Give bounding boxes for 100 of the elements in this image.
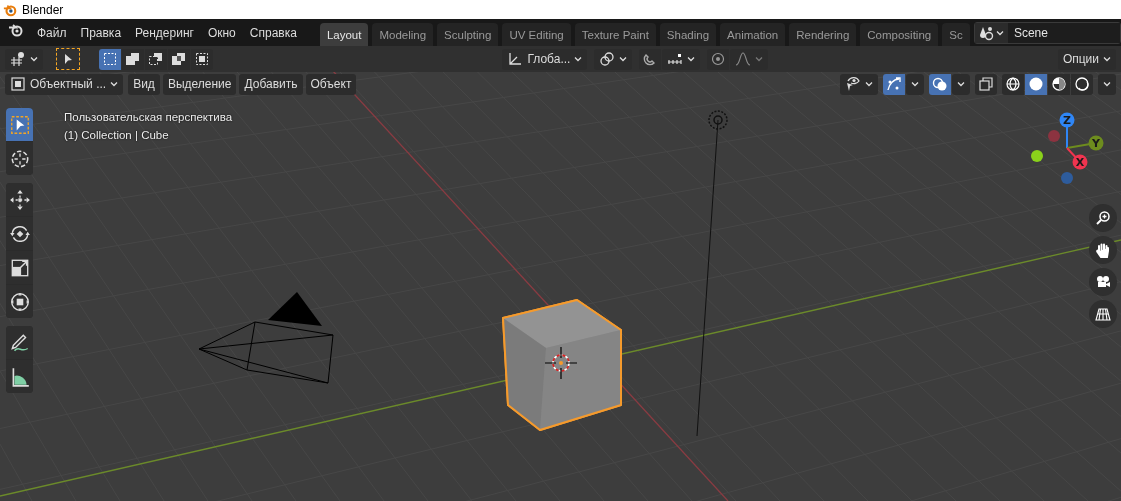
menu-item[interactable]: Рендеринг [128, 22, 201, 43]
circles-icon [932, 76, 948, 92]
workspace-tab[interactable]: Sc [942, 23, 970, 46]
shading-mode-button[interactable] [1048, 73, 1070, 95]
window-title: Blender [22, 2, 64, 17]
caret-icon [1103, 55, 1111, 63]
move-arrows-icon [8, 188, 31, 211]
menu-item[interactable]: Правка [73, 22, 129, 43]
caret-icon [110, 80, 119, 88]
axis-handle[interactable]: Z [1059, 112, 1075, 128]
material-sphere-icon [1051, 76, 1067, 92]
pencil-icon [8, 331, 31, 354]
snap-magnet-button[interactable] [639, 48, 662, 70]
negative-axis-dot[interactable] [1031, 150, 1043, 162]
intersect-squares-icon [194, 51, 210, 67]
menu-item[interactable]: Справка [242, 22, 304, 43]
collection-info-label: (1) Collection | Cube [64, 128, 170, 143]
square-icon [10, 76, 26, 92]
options-dropdown[interactable]: Опции [1057, 48, 1116, 70]
zoom-button[interactable] [1089, 204, 1117, 232]
gizmo-toggle[interactable] [883, 73, 905, 95]
select-box-icon [8, 113, 31, 136]
selection-mode-button[interactable] [99, 48, 121, 70]
workspace-tab[interactable]: UV Editing [502, 23, 571, 46]
grid-sphere-icon [10, 51, 26, 67]
pan-button[interactable] [1089, 236, 1117, 264]
caret-icon [574, 55, 583, 63]
squares-icon [125, 51, 141, 67]
caret-icon [755, 55, 764, 63]
pivot-point-dropdown[interactable] [594, 48, 633, 70]
overlays-dropdown[interactable] [952, 73, 970, 95]
axis-handle[interactable]: X [1072, 154, 1088, 170]
negative-axis-dot[interactable] [1048, 130, 1060, 142]
eye-icon [845, 76, 861, 92]
3d-cursor-icon [544, 346, 578, 380]
select-box-tool-button[interactable] [6, 108, 33, 141]
camera-icon [1095, 274, 1111, 290]
transform-icon [8, 290, 31, 313]
selection-mode-button[interactable] [191, 48, 213, 70]
perspective-grid-button[interactable] [1089, 300, 1117, 328]
axis-handle[interactable]: Y [1088, 135, 1104, 151]
gizmo-dropdown[interactable] [906, 73, 924, 95]
wire-sphere-icon [1005, 76, 1021, 92]
snap-target-dropdown[interactable] [662, 48, 701, 70]
visibility-dropdown[interactable] [840, 73, 878, 95]
workspace-tab[interactable]: Sculpting [437, 23, 499, 46]
dashed-square-icon [102, 51, 118, 67]
caret-icon [30, 55, 38, 63]
rings-icon [599, 51, 616, 67]
caret-icon [687, 55, 696, 63]
transform-orientation-dropdown[interactable]: Глоба... [502, 48, 588, 70]
falloff-dropdown[interactable] [730, 48, 769, 70]
workspace-tab[interactable]: Texture Paint [574, 23, 656, 46]
menu-item[interactable]: Окно [200, 22, 243, 43]
subtract-squares-icon [148, 51, 164, 67]
zoom-icon [1095, 210, 1111, 226]
target-icon [710, 51, 727, 67]
caret-icon [619, 55, 628, 63]
workspace-tab[interactable]: Shading [659, 23, 717, 46]
ruler-icon [667, 51, 684, 67]
workspace-tab[interactable]: Animation [720, 23, 786, 46]
selection-mode-button[interactable] [168, 48, 190, 70]
menu-item[interactable]: Файл [30, 22, 74, 43]
blender-logo-icon[interactable] [8, 21, 24, 38]
select-box-tool-button[interactable] [56, 48, 80, 70]
caret-icon [957, 80, 965, 88]
view-menu-item[interactable]: Вид [128, 73, 160, 95]
view-menu-item[interactable]: Добавить [239, 73, 303, 95]
solid-sphere-icon [1028, 76, 1044, 92]
proportional-editing-button[interactable] [707, 48, 730, 70]
editor-type-dropdown[interactable] [5, 48, 43, 70]
workspace-tab[interactable]: Compositing [860, 23, 939, 46]
squares-icon [978, 76, 994, 92]
selection-mode-button[interactable] [122, 48, 144, 70]
cube-object-drawing[interactable] [502, 299, 622, 431]
view-menu-item[interactable]: Объект [305, 73, 357, 95]
axes-icon [507, 51, 524, 67]
mode-dropdown[interactable]: Объектный ... [5, 73, 124, 95]
negative-axis-dot[interactable] [1061, 172, 1073, 184]
selection-mode-button[interactable] [145, 48, 167, 70]
view-name-label: Пользовательская перспектива [64, 110, 233, 125]
caret-icon [865, 80, 873, 88]
workspace-tab[interactable]: Modeling [372, 23, 434, 46]
shading-mode-button[interactable] [1025, 73, 1047, 95]
invert-squares-icon [171, 51, 187, 67]
caret-icon [911, 80, 919, 88]
workspace-tab[interactable]: Rendering [789, 23, 857, 46]
workspace-tab[interactable]: Layout [319, 23, 369, 46]
rendered-sphere-icon [1074, 76, 1090, 92]
xray-toggle[interactable] [975, 73, 997, 95]
caret-icon [1103, 80, 1111, 88]
overlays-toggle[interactable] [929, 73, 951, 95]
curve-icon [735, 51, 752, 67]
camera-view-button[interactable] [1089, 268, 1117, 296]
shading-dropdown[interactable] [1098, 73, 1116, 95]
view-menu-item[interactable]: Выделение [162, 73, 237, 95]
hand-icon [1095, 242, 1111, 258]
shading-mode-button[interactable] [1002, 73, 1024, 95]
blender-logo-icon [3, 2, 17, 17]
shading-mode-button[interactable] [1071, 73, 1093, 95]
